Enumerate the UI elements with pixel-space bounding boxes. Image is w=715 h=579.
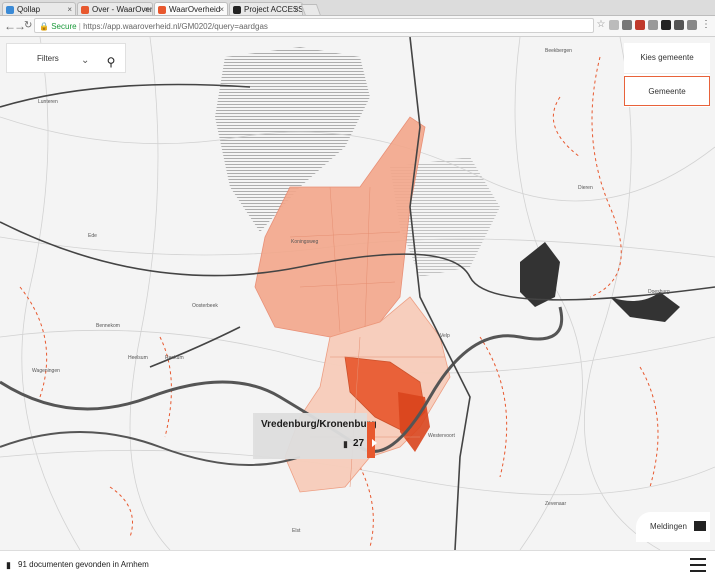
lake-rhedense [520, 242, 560, 307]
document-icon: ▮ [6, 560, 11, 570]
map-label: Westervoort [428, 433, 455, 439]
waaroverheid-favicon [81, 6, 89, 14]
municipality-button[interactable]: Gemeente [624, 76, 710, 106]
extension-icon[interactable] [661, 20, 671, 30]
browser-tab-qollap[interactable]: Qollap × [2, 2, 76, 15]
star-icon[interactable]: ☆ [596, 20, 606, 30]
document-icon: ▮ [343, 439, 348, 449]
url-text: https://app.waaroverheid.nl/GM0202/query… [83, 22, 268, 31]
project-favicon [233, 6, 241, 14]
location-pin-icon[interactable]: ⚲ [101, 52, 121, 72]
extension-icon[interactable] [687, 20, 697, 30]
chevron-down-icon[interactable]: ⌄ [81, 55, 89, 66]
extension-icon[interactable] [635, 20, 645, 30]
district-tooltip: Vredenburg/Kronenburg ▮ 27 [253, 413, 377, 459]
lock-icon: 🔒 [39, 22, 49, 31]
map-label: Velp [440, 333, 450, 339]
envelope-icon [694, 521, 706, 531]
map-graphic: Beekbergen Dieren Doesburg Velp Westervo… [0, 37, 715, 550]
browser-tab-project-access[interactable]: Project ACCESS rese × [229, 2, 303, 15]
extension-icon[interactable] [648, 20, 658, 30]
secure-label: Secure [51, 22, 77, 31]
tab-label: Qollap [17, 5, 41, 14]
close-tab-icon[interactable]: × [144, 3, 149, 15]
municipality-panel: Kies gemeente Gemeente [624, 43, 710, 107]
map-label: Dieren [578, 185, 593, 191]
address-bar: ← → ↻ 🔒 Secure | https://app.waaroverhei… [0, 16, 715, 37]
cursor-icon [372, 439, 377, 447]
tab-label: WaarOverheid [169, 5, 221, 14]
map-label: Renkum [165, 355, 184, 361]
browser-tab-waaroverheid[interactable]: WaarOverheid × [154, 2, 228, 15]
notifications-button[interactable]: Meldingen [636, 512, 710, 542]
extension-icon[interactable] [609, 20, 619, 30]
hamburger-menu-icon[interactable] [690, 558, 706, 572]
browser-tab-bar: Qollap × Over - WaarOverheid × WaarOverh… [0, 0, 715, 16]
map-label: Bennekom [96, 323, 120, 329]
extension-icon[interactable] [622, 20, 632, 30]
extension-icon[interactable] [674, 20, 684, 30]
map-label: Elst [292, 528, 301, 534]
browser-tab-over[interactable]: Over - WaarOverheid × [77, 2, 153, 15]
filters-control[interactable]: Filters ⌄ ⚲ [6, 43, 126, 73]
waaroverheid-favicon [158, 6, 166, 14]
map-canvas[interactable]: Beekbergen Dieren Doesburg Velp Westervo… [0, 37, 715, 550]
results-count-text: 91 documenten gevonden in Arnhem [18, 560, 149, 569]
filters-label: Filters [37, 54, 59, 63]
map-label: Heelsum [128, 355, 148, 361]
status-bar: ▮ 91 documenten gevonden in Arnhem [0, 550, 715, 579]
map-label: Lunteren [38, 99, 58, 105]
map-label: Koningsweg [291, 239, 318, 245]
map-label: Zevenaar [545, 501, 566, 507]
map-label: Ede [88, 233, 97, 239]
map-label: Wageningen [32, 368, 60, 374]
qollap-favicon [6, 6, 14, 14]
menu-dots-icon[interactable]: ⋮ [701, 20, 711, 30]
map-label: Oosterbeek [192, 303, 218, 309]
close-tab-icon[interactable]: × [67, 3, 72, 15]
close-tab-icon[interactable]: × [219, 3, 224, 15]
choose-municipality-button[interactable]: Kies gemeente [624, 43, 710, 74]
document-count: 27 [353, 438, 365, 449]
new-tab-button[interactable] [300, 4, 322, 16]
notifications-label: Meldingen [650, 522, 687, 531]
url-field[interactable]: 🔒 Secure | https://app.waaroverheid.nl/G… [34, 18, 594, 33]
close-tab-icon[interactable]: × [294, 3, 299, 15]
reload-icon[interactable]: ↻ [24, 18, 32, 34]
map-label: Doesburg [648, 289, 670, 295]
map-label: Beekbergen [545, 48, 572, 54]
tooltip-title: Vredenburg/Kronenburg [261, 419, 377, 430]
